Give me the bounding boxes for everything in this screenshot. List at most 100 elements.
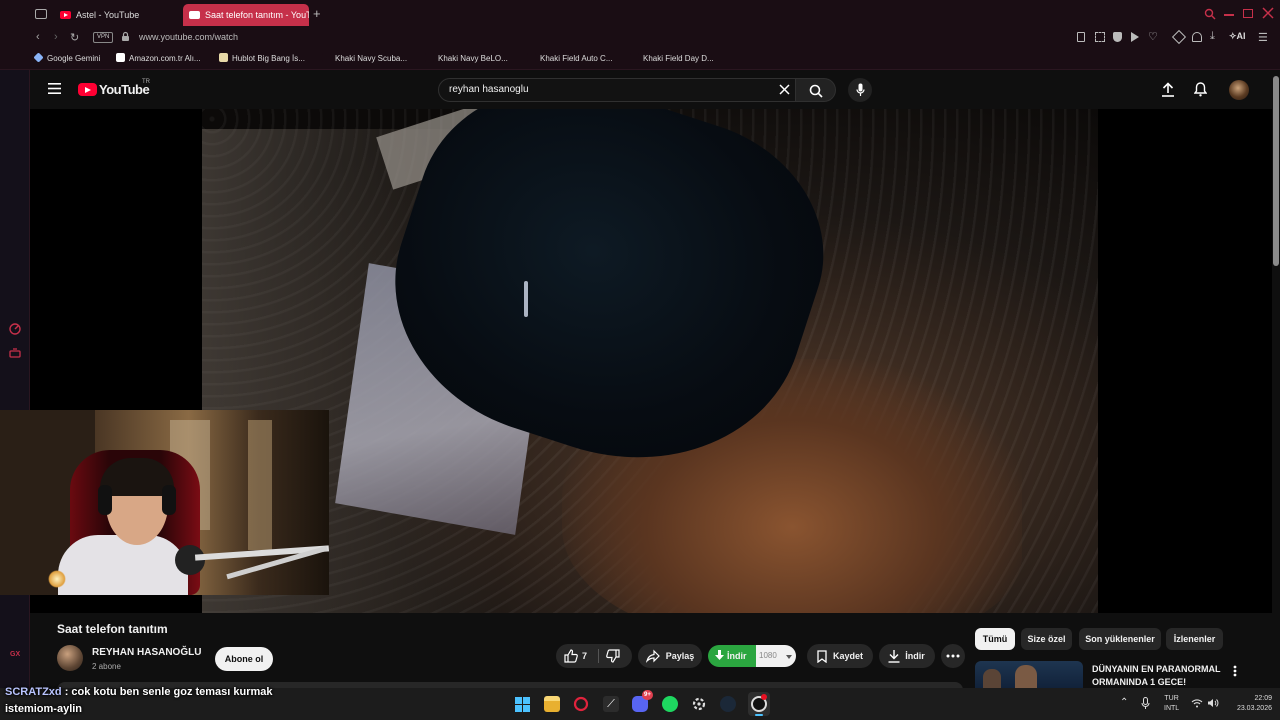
tray-overflow-icon[interactable]: ⌃: [1120, 697, 1128, 708]
easy-setup-icon[interactable]: ☰: [1258, 31, 1268, 44]
back-button[interactable]: ‹: [36, 31, 40, 43]
bookmark-label: Khaki Field Day D...: [643, 54, 714, 63]
url-field[interactable]: www.youtube.com/watch: [139, 32, 238, 42]
opera-gx-taskbar-icon[interactable]: [573, 696, 589, 712]
avatar[interactable]: [1229, 80, 1249, 100]
chip-for-you[interactable]: Size özel: [1021, 628, 1072, 650]
new-tab-button[interactable]: +: [313, 6, 321, 21]
download-icon[interactable]: ⤓: [1210, 30, 1215, 43]
gx-control-icon[interactable]: [8, 346, 22, 360]
bookmark-amazon[interactable]: Amazon.com.tr Alı...: [116, 53, 201, 63]
input-language[interactable]: TUR INTL: [1164, 694, 1179, 714]
page-scrollbar[interactable]: [1272, 70, 1280, 688]
speed-dial-icon[interactable]: [8, 322, 22, 336]
download-label: İndir: [905, 651, 925, 661]
like-icon[interactable]: [564, 649, 578, 663]
channel-name[interactable]: REYHAN HASANOĞLU: [92, 647, 201, 658]
wifi-icon[interactable]: [1191, 698, 1203, 708]
chip-watched[interactable]: İzlenenler: [1166, 628, 1223, 650]
vpn-badge[interactable]: VPN: [93, 32, 114, 43]
save-label: Kaydet: [832, 651, 863, 661]
search-button[interactable]: [796, 78, 836, 102]
like-count[interactable]: 7: [582, 644, 587, 668]
hamilton-icon: [630, 53, 639, 62]
volume-icon[interactable]: [1207, 698, 1219, 708]
notifications-bell-icon[interactable]: [1194, 82, 1207, 97]
upload-icon[interactable]: [1162, 82, 1174, 97]
more-actions-button[interactable]: [941, 644, 965, 668]
steam-icon[interactable]: [720, 696, 736, 712]
lang-line2: INTL: [1164, 705, 1180, 712]
youtube-favicon-icon: [60, 11, 71, 19]
chip-all[interactable]: Tümü: [975, 628, 1015, 650]
heart-icon[interactable]: ♡: [1148, 30, 1158, 43]
hublot-icon: [219, 53, 228, 62]
clock-date: 23.03.2026: [1236, 705, 1272, 712]
share-button[interactable]: Paylaş: [638, 644, 702, 668]
stocks-app-icon[interactable]: ⟋: [603, 696, 619, 712]
search-input[interactable]: reyhan hasanoglu: [438, 78, 796, 102]
forward-button[interactable]: ›: [54, 31, 58, 43]
chevron-down-icon: [786, 655, 792, 659]
clock[interactable]: 22:09 23.03.2026: [1228, 694, 1272, 714]
lang-line1: TUR: [1164, 695, 1179, 702]
bookmarks-bar: Google Gemini Amazon.com.tr Alı... Hublo…: [0, 48, 1280, 70]
recording-dot: [761, 694, 767, 700]
discord-icon[interactable]: 9+: [632, 690, 653, 712]
obs-active-slot[interactable]: [748, 692, 770, 716]
tab-label: Astel - YouTube: [76, 10, 140, 20]
reload-button[interactable]: ↻: [70, 31, 79, 44]
minimize-button[interactable]: [1224, 14, 1234, 16]
clear-search-icon[interactable]: [779, 84, 790, 95]
bookmark-khaki-navy-belo[interactable]: Khaki Navy BeLO...: [425, 53, 508, 63]
search-tabs-icon[interactable]: [1204, 8, 1216, 20]
snapshot-icon[interactable]: [1095, 32, 1105, 42]
subscriber-count: 2 abone: [92, 662, 121, 671]
extensions-icon[interactable]: [1171, 29, 1187, 45]
discord-badge: 9+: [642, 690, 653, 700]
subscribe-button[interactable]: Abone ol: [215, 647, 273, 671]
pin-icon[interactable]: [1077, 32, 1085, 42]
bookmark-label: Hublot Big Bang İs...: [232, 54, 305, 63]
quality-select[interactable]: 1080: [756, 645, 796, 667]
bookmark-label: Google Gemini: [47, 54, 101, 63]
save-bookmark-icon: [817, 650, 827, 663]
microphone-tray-icon[interactable]: [1141, 697, 1150, 710]
recommended-title-line1: DÜNYANIN EN PARANORMAL: [1092, 664, 1221, 674]
bookmark-label: Khaki Field Auto C...: [540, 54, 613, 63]
save-button[interactable]: Kaydet: [807, 644, 873, 668]
steelseries-icon[interactable]: [691, 696, 707, 712]
extension-download-button[interactable]: İndir: [708, 645, 756, 667]
bookmark-khaki-field-day[interactable]: Khaki Field Day D...: [630, 53, 714, 63]
tab-astel[interactable]: Astel - YouTube: [54, 4, 180, 26]
bookmark-google-gemini[interactable]: Google Gemini: [33, 52, 101, 63]
tab-saat-telefon[interactable]: Saat telefon tanıtım - YouT: [183, 4, 309, 26]
sidebar-gx-label: GX: [10, 651, 21, 658]
spotify-icon[interactable]: [662, 696, 678, 712]
download-icon: [888, 649, 900, 663]
maximize-button[interactable]: [1243, 9, 1253, 18]
opera-sidebar: GX: [0, 0, 30, 720]
recommended-title[interactable]: DÜNYANIN EN PARANORMAL ORMANINDA 1 GECE!: [1092, 663, 1221, 689]
recommended-thumbnail[interactable]: [975, 661, 1083, 688]
aria-ai-button[interactable]: ✧AI: [1229, 31, 1246, 42]
recommended-menu-icon[interactable]: [1233, 665, 1237, 677]
voice-search-button[interactable]: [848, 78, 872, 102]
lock-icon[interactable]: [121, 31, 130, 42]
dislike-icon[interactable]: [606, 649, 620, 663]
bookmark-hublot[interactable]: Hublot Big Bang İs...: [219, 53, 305, 63]
scrollbar-thumb[interactable]: [1273, 76, 1279, 266]
bookmark-khaki-navy-scuba[interactable]: Khaki Navy Scuba...: [322, 53, 407, 63]
windows-start-icon[interactable]: [515, 697, 530, 712]
channel-avatar[interactable]: [57, 645, 83, 671]
hamburger-menu-icon[interactable]: [48, 83, 61, 94]
close-window-button[interactable]: [1262, 7, 1274, 19]
account-icon[interactable]: [1192, 32, 1202, 42]
bookmark-khaki-field-auto[interactable]: Khaki Field Auto C...: [527, 53, 612, 63]
adblock-shield-icon[interactable]: [1113, 32, 1122, 42]
chip-recently-uploaded[interactable]: Son yüklenenler: [1079, 628, 1161, 650]
player-icon[interactable]: [1131, 32, 1139, 42]
download-button[interactable]: İndir: [879, 644, 935, 668]
file-explorer-icon[interactable]: [544, 696, 560, 712]
tab-menu-icon[interactable]: [35, 9, 47, 19]
